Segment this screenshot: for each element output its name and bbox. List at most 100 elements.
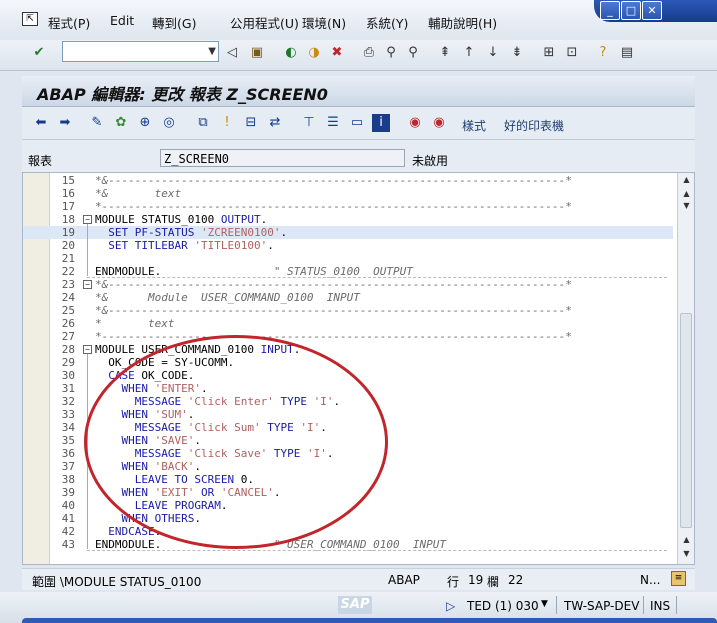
shortcut-icon[interactable]: ⊡ (563, 44, 581, 62)
code-line[interactable]: 30 CASE OK_CODE. (23, 369, 673, 382)
code-line[interactable]: 29 OK_CODE = SY-UCOMM. (23, 356, 673, 369)
code-line[interactable]: 33 WHEN 'SUM'. (23, 408, 673, 421)
exit-icon[interactable]: ◑ (305, 44, 323, 62)
system-info-dropdown-icon[interactable]: ▼ (541, 599, 548, 609)
menu-goto[interactable]: 轉到(G) (152, 13, 196, 32)
maximize-icon[interactable]: □ (621, 1, 641, 20)
code-line[interactable]: 21 (23, 252, 673, 265)
status-expand-icon[interactable]: ▷ (446, 599, 455, 613)
first-page-icon[interactable]: ⇞ (436, 44, 454, 62)
menu-edit[interactable]: Edit (110, 13, 134, 28)
command-field[interactable]: ▼ (62, 41, 219, 62)
pretty-printer-button[interactable]: 好的印表機 (504, 117, 564, 134)
code-line[interactable]: 37 WHEN 'BACK'. (23, 460, 673, 473)
code-line[interactable]: 17 *-------------------------------------… (23, 200, 673, 213)
system-info: TED (1) 030 (467, 599, 539, 613)
information-icon[interactable]: i (372, 114, 390, 132)
application-toolbar: ⬅ ➡ ✎ ✿ ⊕ ◎ ⧉ ! ⊟ ⇄ ⊤ ☰ ▭ i ◉ ◉ 樣式 好的印表機 (22, 107, 695, 140)
scroll-bottom-up-icon[interactable]: ▲ (678, 533, 694, 547)
code-editor[interactable]: 15 *&------------------------------------… (22, 172, 695, 565)
menu-help[interactable]: 輔助說明(H) (428, 13, 497, 32)
page-title: ABAP 編輯器: 更改 報表 Z_SCREEN0 (37, 85, 328, 104)
code-line[interactable]: 16 *& text (23, 187, 673, 200)
print-icon[interactable]: ⎙ (360, 44, 378, 62)
code-line[interactable]: 19 SET PF-STATUS 'ZCREEN0100'. (23, 226, 673, 239)
code-line[interactable]: 18− MODULE STATUS_0100 OUTPUT. (23, 213, 673, 226)
close-icon[interactable]: ✕ (642, 1, 662, 20)
line-number: 24 (61, 291, 75, 304)
scroll-bottom-down-icon[interactable]: ▼ (678, 547, 694, 561)
active-inactive-icon[interactable]: ✿ (112, 114, 130, 132)
code-line[interactable]: 38 LEAVE TO SCREEN 0. (23, 473, 673, 486)
fold-toggle-icon[interactable]: − (83, 280, 92, 289)
code-line[interactable]: 31 WHEN 'ENTER'. (23, 382, 673, 395)
scroll-top-icon[interactable]: ▲ (678, 173, 694, 187)
scrollbar-thumb[interactable] (680, 313, 692, 528)
line-number: 32 (61, 395, 75, 408)
code-text: *&--------------------------------------… (95, 278, 572, 291)
stack-icon[interactable]: ☰ (324, 114, 342, 132)
next-page-icon[interactable]: ↓ (484, 44, 502, 62)
code-text: SET TITLEBAR 'TITLE0100'. (108, 239, 274, 252)
navigation-window-icon[interactable]: ⇄ (266, 114, 284, 132)
hierarchy-icon[interactable]: ⊤ (300, 114, 318, 132)
layout-menu-icon[interactable]: ▤ (618, 44, 636, 62)
menu-utilities[interactable]: 公用程式(U) (230, 13, 299, 32)
code-line[interactable]: 25 *&------------------------------------… (23, 304, 673, 317)
display-change-icon[interactable]: ✎ (88, 114, 106, 132)
code-line[interactable]: 42 ENDCASE. (23, 525, 673, 538)
help-icon[interactable]: ? (594, 44, 612, 62)
previous-page-icon[interactable]: ↑ (460, 44, 478, 62)
cancel-icon[interactable]: ✖ (328, 44, 346, 62)
report-name-field[interactable]: Z_SCREEN0 (160, 149, 405, 167)
arrow-right-icon[interactable]: ➡ (56, 114, 74, 132)
window-menu-icon[interactable]: ⇱ (22, 12, 38, 26)
code-line[interactable]: 26 * text (23, 317, 673, 330)
test-icon[interactable]: ⧉ (194, 114, 212, 132)
fold-toggle-icon[interactable]: − (83, 215, 92, 224)
report-label: 報表 (28, 154, 53, 168)
code-line[interactable]: 35 WHEN 'SAVE'. (23, 434, 673, 447)
code-line[interactable]: 41 WHEN OTHERS. (23, 512, 673, 525)
vertical-scrollbar[interactable]: ▲ ▲ ▼ ▲ ▼ (677, 173, 694, 564)
code-line[interactable]: 36 MESSAGE 'Click Save' TYPE 'I'. (23, 447, 673, 460)
find-next-icon[interactable]: ⚲ (404, 44, 422, 62)
code-line[interactable]: 15 *&------------------------------------… (23, 174, 673, 187)
line-number: 23 (61, 278, 75, 291)
save-icon[interactable]: ▣ (248, 44, 266, 62)
menu-environment[interactable]: 環境(N) (302, 13, 346, 32)
history-back-icon[interactable]: ◁ (223, 44, 241, 62)
object-list-icon[interactable]: ⊟ (242, 114, 260, 132)
code-line[interactable]: 32 MESSAGE 'Click Enter' TYPE 'I'. (23, 395, 673, 408)
code-line[interactable]: 34 MESSAGE 'Click Sum' TYPE 'I'. (23, 421, 673, 434)
code-line[interactable]: 27 *-------------------------------------… (23, 330, 673, 343)
new-session-icon[interactable]: ⊞ (540, 44, 558, 62)
session-breakpoint-icon[interactable]: ◉ (430, 114, 448, 132)
arrow-left-icon[interactable]: ⬅ (32, 114, 50, 132)
where-used-icon[interactable]: ! (218, 114, 236, 132)
code-text: WHEN OTHERS. (121, 512, 202, 525)
pattern-button[interactable]: 樣式 (462, 117, 486, 134)
code-line[interactable]: 20 SET TITLEBAR 'TITLE0100'. (23, 239, 673, 252)
fold-toggle-icon[interactable]: − (83, 345, 92, 354)
code-line[interactable]: 24 *& Module USER_COMMAND_0100 INPUT (23, 291, 673, 304)
check-icon[interactable]: ⊕ (136, 114, 154, 132)
code-line[interactable]: 28− MODULE USER_COMMAND_0100 INPUT. (23, 343, 673, 356)
back-icon[interactable]: ◐ (282, 44, 300, 62)
menu-system[interactable]: 系統(Y) (366, 13, 408, 32)
code-line[interactable]: 23− *&-----------------------------------… (23, 278, 673, 291)
last-page-icon[interactable]: ⇟ (508, 44, 526, 62)
code-line[interactable]: 39 WHEN 'EXIT' OR 'CANCEL'. (23, 486, 673, 499)
minimize-icon[interactable]: _ (600, 1, 620, 20)
menu-program[interactable]: 程式(P) (48, 13, 90, 32)
enter-check-icon[interactable]: ✔ (30, 44, 48, 62)
find-icon[interactable]: ⚲ (382, 44, 400, 62)
notes-icon[interactable]: ≡ (671, 571, 686, 586)
chevron-down-icon[interactable]: ▼ (208, 42, 216, 61)
code-line[interactable]: 40 LEAVE PROGRAM. (23, 499, 673, 512)
activate-icon[interactable]: ◎ (160, 114, 178, 132)
window-icon[interactable]: ▭ (348, 114, 366, 132)
breakpoint-icon[interactable]: ◉ (406, 114, 424, 132)
scroll-down-icon[interactable]: ▼ (678, 199, 694, 213)
code-text: MESSAGE 'Click Save' TYPE 'I'. (134, 447, 334, 460)
